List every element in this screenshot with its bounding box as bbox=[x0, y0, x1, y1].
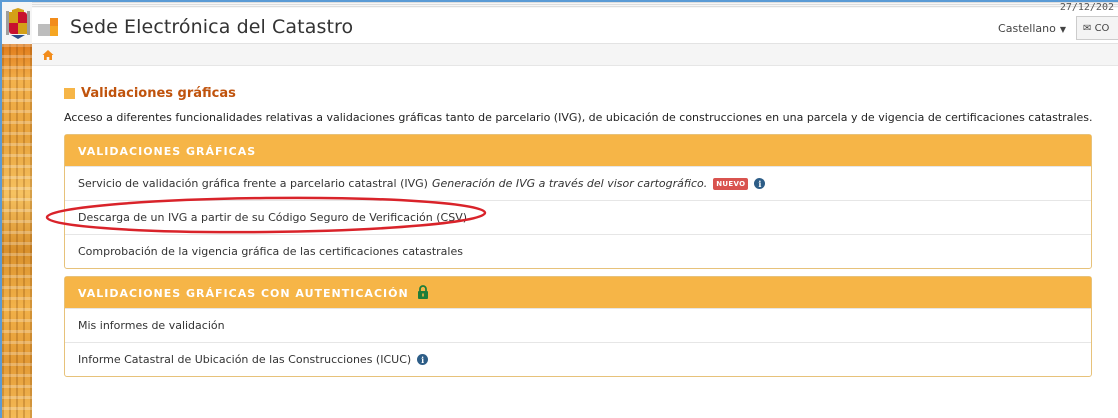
contact-label: CO bbox=[1094, 23, 1110, 34]
panel-heading: VALIDACIONES GRÁFICAS bbox=[65, 135, 1091, 166]
contact-button[interactable]: ✉ CO bbox=[1076, 16, 1118, 40]
coat-of-arms-icon bbox=[6, 8, 30, 39]
panel-heading: VALIDACIONES GRÁFICAS CON AUTENTICACIÓN bbox=[65, 277, 1091, 308]
page-title: Validaciones gráficas bbox=[64, 84, 1094, 102]
intro-text: Acceso a diferentes funcionalidades rela… bbox=[64, 111, 1093, 124]
list-item-icuc[interactable]: Informe Catastral de Ubicación de las Co… bbox=[65, 342, 1091, 376]
page-title-text: Validaciones gráficas bbox=[81, 85, 236, 101]
panel-heading-text: VALIDACIONES GRÁFICAS CON AUTENTICACIÓN bbox=[78, 287, 409, 300]
language-selector[interactable]: Castellano ▼ bbox=[998, 22, 1066, 35]
home-icon[interactable] bbox=[42, 49, 54, 61]
panel-validaciones-autenticacion: VALIDACIONES GRÁFICAS CON AUTENTICACIÓN … bbox=[64, 276, 1092, 377]
new-badge: NUEVO bbox=[713, 178, 749, 190]
list-item-label[interactable]: Mis informes de validación bbox=[78, 319, 225, 332]
list-item-label[interactable]: Comprobación de la vigencia gráfica de l… bbox=[78, 245, 463, 258]
list-item-vigencia[interactable]: Comprobación de la vigencia gráfica de l… bbox=[65, 234, 1091, 268]
main-content: Validaciones gráficas Acceso a diferente… bbox=[64, 84, 1094, 377]
panel-validaciones: VALIDACIONES GRÁFICAS Servicio de valida… bbox=[64, 134, 1092, 269]
list-item-descarga-csv[interactable]: Descarga de un IVG a partir de su Código… bbox=[65, 200, 1091, 234]
lock-icon bbox=[417, 285, 428, 299]
title-marker bbox=[64, 87, 75, 99]
mail-icon: ✉ bbox=[1083, 23, 1092, 34]
info-icon[interactable]: i bbox=[417, 354, 429, 365]
header-topline bbox=[32, 2, 1118, 8]
list-item-subtitle[interactable]: Generación de IVG a través del visor car… bbox=[432, 177, 707, 190]
list-item-mis-informes[interactable]: Mis informes de validación bbox=[65, 308, 1091, 342]
language-label: Castellano bbox=[998, 22, 1056, 35]
list-item-label[interactable]: Descarga de un IVG a partir de su Código… bbox=[78, 211, 467, 224]
list-item-label[interactable]: Informe Catastral de Ubicación de las Co… bbox=[78, 353, 411, 366]
chevron-down-icon: ▼ bbox=[1059, 25, 1066, 34]
catastro-logo[interactable] bbox=[38, 14, 62, 38]
breadcrumb bbox=[32, 44, 1118, 66]
side-top bbox=[2, 2, 32, 44]
list-item-servicio-ivg[interactable]: Servicio de validación gráfica frente a … bbox=[65, 166, 1091, 200]
panel-heading-text: VALIDACIONES GRÁFICAS bbox=[78, 145, 257, 158]
site-header: 27/12/202 Sede Electrónica del Catastro … bbox=[32, 2, 1118, 44]
side-banner-image bbox=[2, 44, 32, 418]
info-icon[interactable]: i bbox=[754, 178, 766, 189]
list-item-label[interactable]: Servicio de validación gráfica frente a … bbox=[78, 177, 428, 190]
header-date: 27/12/202 bbox=[1059, 2, 1114, 13]
site-title[interactable]: Sede Electrónica del Catastro bbox=[70, 16, 353, 38]
